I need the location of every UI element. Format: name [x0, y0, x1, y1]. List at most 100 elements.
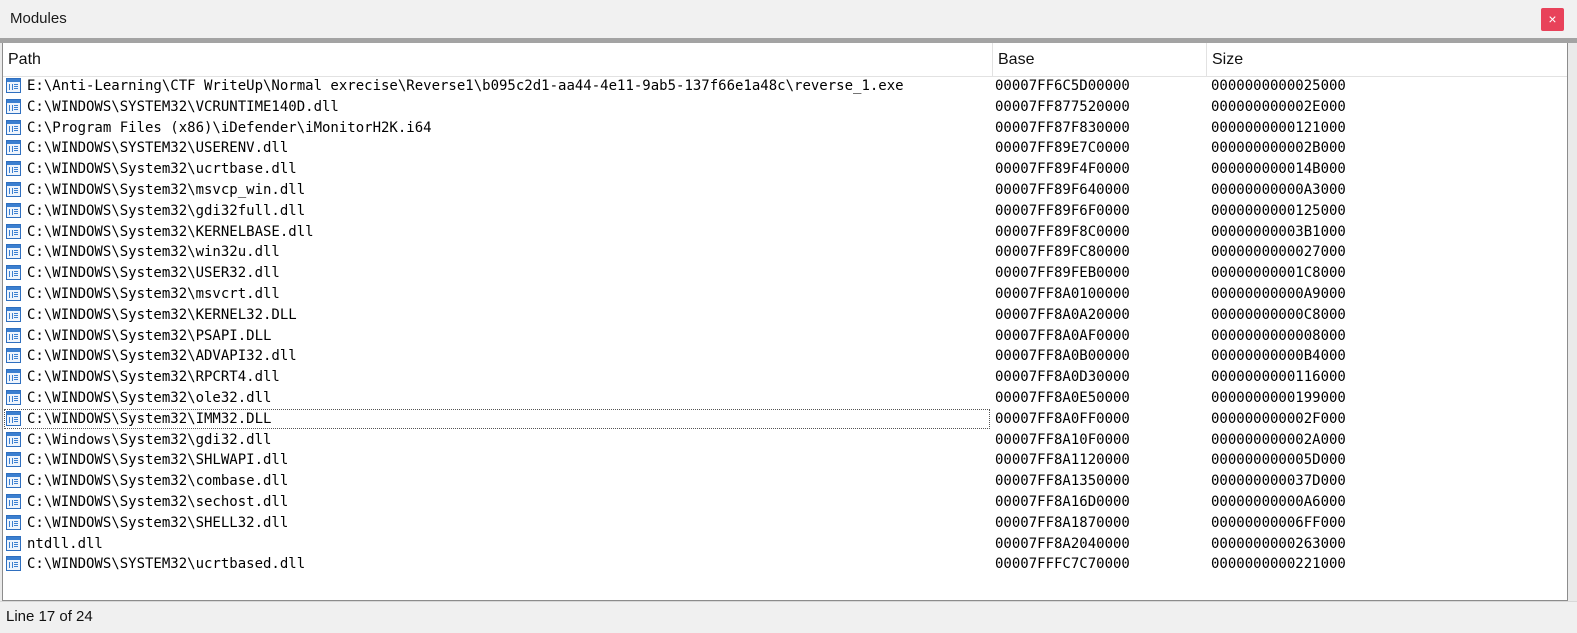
cell-base: 00007FF89F640000	[995, 181, 1130, 198]
module-icon	[6, 493, 21, 509]
cell-size: 0000000000221000	[1211, 556, 1346, 573]
table-row[interactable]: C:\WINDOWS\System32\PSAPI.DLL 00007FF8A0A…	[3, 326, 1567, 347]
cell-base: 00007FF8A1120000	[995, 452, 1130, 469]
cell-size: 00000000000A3000	[1211, 181, 1346, 198]
cell-base: 00007FF8A0AF0000	[995, 327, 1130, 344]
cell-path: C:\WINDOWS\System32\USER32.dll	[27, 265, 280, 282]
cell-size: 0000000000008000	[1211, 327, 1346, 344]
column-header-base[interactable]: Base	[993, 43, 1207, 76]
table-row[interactable]: C:\WINDOWS\SYSTEM32\VCRUNTIME140D.dll 000…	[3, 97, 1567, 118]
table-row[interactable]: C:\WINDOWS\System32\combase.dll 00007FF8A…	[3, 471, 1567, 492]
cell-base: 00007FF8A10F0000	[995, 431, 1130, 448]
table-row[interactable]: ntdll.dll 00007FF8A2040000 000000000026300…	[3, 534, 1567, 555]
cell-base: 00007FF89F8C0000	[995, 223, 1130, 240]
cell-size: 000000000037D000	[1211, 473, 1346, 490]
cell-size: 00000000006FF000	[1211, 514, 1346, 531]
cell-path: ntdll.dll	[27, 535, 103, 552]
cell-base: 00007FF8A0A20000	[995, 306, 1130, 323]
cell-path: C:\WINDOWS\System32\KERNELBASE.dll	[27, 223, 314, 240]
cell-base: 00007FF8A0E50000	[995, 389, 1130, 406]
module-icon	[6, 431, 21, 447]
module-icon	[6, 535, 21, 551]
module-icon	[6, 389, 21, 405]
table-row[interactable]: C:\WINDOWS\System32\ole32.dll 00007FF8A0E…	[3, 388, 1567, 409]
cell-path: C:\WINDOWS\System32\IMM32.DLL	[27, 410, 272, 427]
cell-base: 00007FF89FC80000	[995, 244, 1130, 261]
module-icon	[6, 202, 21, 218]
table-row[interactable]: C:\WINDOWS\System32\USER32.dll 00007FF89F…	[3, 263, 1567, 284]
cell-size: 000000000002B000	[1211, 140, 1346, 157]
module-icon	[6, 265, 21, 281]
table-row[interactable]: C:\WINDOWS\SYSTEM32\USERENV.dll 00007FF89…	[3, 138, 1567, 159]
cell-base: 00007FF8A0FF0000	[995, 410, 1130, 427]
module-icon	[6, 181, 21, 197]
modules-list[interactable]: Path Base Size E:\Anti-Learning\CTF Writ…	[2, 43, 1568, 601]
cell-base: 00007FF8A1870000	[995, 514, 1130, 531]
table-row[interactable]: C:\WINDOWS\System32\win32u.dll 00007FF89F…	[3, 242, 1567, 263]
cell-path: C:\WINDOWS\SYSTEM32\ucrtbased.dll	[27, 556, 306, 573]
module-icon	[6, 78, 21, 93]
title-bar: Modules ×	[0, 0, 1577, 39]
table-row[interactable]: C:\WINDOWS\System32\SHELL32.dll 00007FF8A…	[3, 513, 1567, 534]
cell-path: C:\WINDOWS\System32\PSAPI.DLL	[27, 327, 272, 344]
cell-size: 0000000000025000	[1211, 78, 1346, 94]
close-button[interactable]: ×	[1541, 8, 1564, 31]
table-row[interactable]: C:\WINDOWS\System32\sechost.dll 00007FF8A…	[3, 492, 1567, 513]
table-row[interactable]: C:\WINDOWS\System32\msvcp_win.dll 00007FF…	[3, 180, 1567, 201]
module-icon	[6, 119, 21, 135]
table-row[interactable]: C:\WINDOWS\System32\KERNEL32.DLL 00007FF8…	[3, 305, 1567, 326]
column-header-path[interactable]: Path	[3, 43, 993, 76]
table-row[interactable]: C:\Program Files (x86)\iDefender\iMonito…	[3, 118, 1567, 139]
status-bar: Line 17 of 24	[0, 601, 1577, 633]
cell-size: 00000000000A6000	[1211, 493, 1346, 510]
cell-base: 00007FF89F6F0000	[995, 202, 1130, 219]
cell-path: C:\WINDOWS\System32\SHELL32.dll	[27, 514, 289, 531]
cell-path: C:\WINDOWS\System32\msvcp_win.dll	[27, 181, 306, 198]
cell-size: 00000000000B4000	[1211, 348, 1346, 365]
cell-size: 0000000000116000	[1211, 369, 1346, 386]
module-icon	[6, 452, 21, 468]
module-icon	[6, 514, 21, 530]
cell-base: 00007FF89F4F0000	[995, 161, 1130, 178]
table-row[interactable]: C:\WINDOWS\System32\msvcrt.dll 00007FF8A0…	[3, 284, 1567, 305]
cell-size: 0000000000125000	[1211, 202, 1346, 219]
table-row[interactable]: C:\Windows\System32\gdi32.dll 00007FF8A10…	[3, 430, 1567, 451]
table-row[interactable]: C:\WINDOWS\System32\ADVAPI32.dll 00007FF8…	[3, 346, 1567, 367]
cell-size: 000000000002E000	[1211, 98, 1346, 115]
module-icon	[6, 223, 21, 239]
module-icon	[6, 410, 21, 426]
table-row[interactable]: C:\WINDOWS\System32\IMM32.DLL 00007FF8A0F…	[3, 408, 1567, 430]
table-row[interactable]: C:\WINDOWS\System32\ucrtbase.dll 00007FF8…	[3, 159, 1567, 180]
cell-base: 00007FF8A0D30000	[995, 369, 1130, 386]
cell-base: 00007FF89E7C0000	[995, 140, 1130, 157]
table-row[interactable]: C:\WINDOWS\System32\RPCRT4.dll 00007FF8A0…	[3, 367, 1567, 388]
cell-base: 00007FF8A0B00000	[995, 348, 1130, 365]
column-header-size[interactable]: Size	[1207, 43, 1567, 76]
cell-size: 000000000005D000	[1211, 452, 1346, 469]
cell-path: C:\WINDOWS\System32\combase.dll	[27, 473, 289, 490]
cell-path: C:\WINDOWS\SYSTEM32\VCRUNTIME140D.dll	[27, 98, 339, 115]
module-icon	[6, 556, 21, 572]
table-row[interactable]: E:\Anti-Learning\CTF WriteUp\Normal exre…	[3, 76, 1567, 97]
cell-base: 00007FF8A1350000	[995, 473, 1130, 490]
window-title: Modules	[10, 10, 67, 27]
table-row[interactable]: C:\WINDOWS\System32\SHLWAPI.dll 00007FF8A…	[3, 450, 1567, 471]
cell-path: C:\WINDOWS\System32\ole32.dll	[27, 389, 272, 406]
cell-size: 0000000000263000	[1211, 535, 1346, 552]
cell-size: 0000000000027000	[1211, 244, 1346, 261]
cell-base: 00007FF8A2040000	[995, 535, 1130, 552]
table-row[interactable]: C:\WINDOWS\System32\KERNELBASE.dll 00007F…	[3, 222, 1567, 243]
table-row[interactable]: C:\WINDOWS\System32\gdi32full.dll 00007FF…	[3, 201, 1567, 222]
cell-path: C:\WINDOWS\System32\RPCRT4.dll	[27, 369, 280, 386]
cell-size: 000000000002A000	[1211, 431, 1346, 448]
table-row[interactable]: C:\WINDOWS\SYSTEM32\ucrtbased.dll 00007FF…	[3, 554, 1567, 575]
cell-base: 00007FF8A0100000	[995, 285, 1130, 302]
cell-path: C:\Windows\System32\gdi32.dll	[27, 431, 272, 448]
module-icon	[6, 161, 21, 177]
cell-path: C:\WINDOWS\System32\KERNEL32.DLL	[27, 306, 297, 323]
cell-size: 00000000001C8000	[1211, 265, 1346, 282]
module-icon	[6, 473, 21, 489]
cell-size: 000000000014B000	[1211, 161, 1346, 178]
cell-path: C:\WINDOWS\System32\SHLWAPI.dll	[27, 452, 289, 469]
cell-path: C:\WINDOWS\System32\ADVAPI32.dll	[27, 348, 297, 365]
